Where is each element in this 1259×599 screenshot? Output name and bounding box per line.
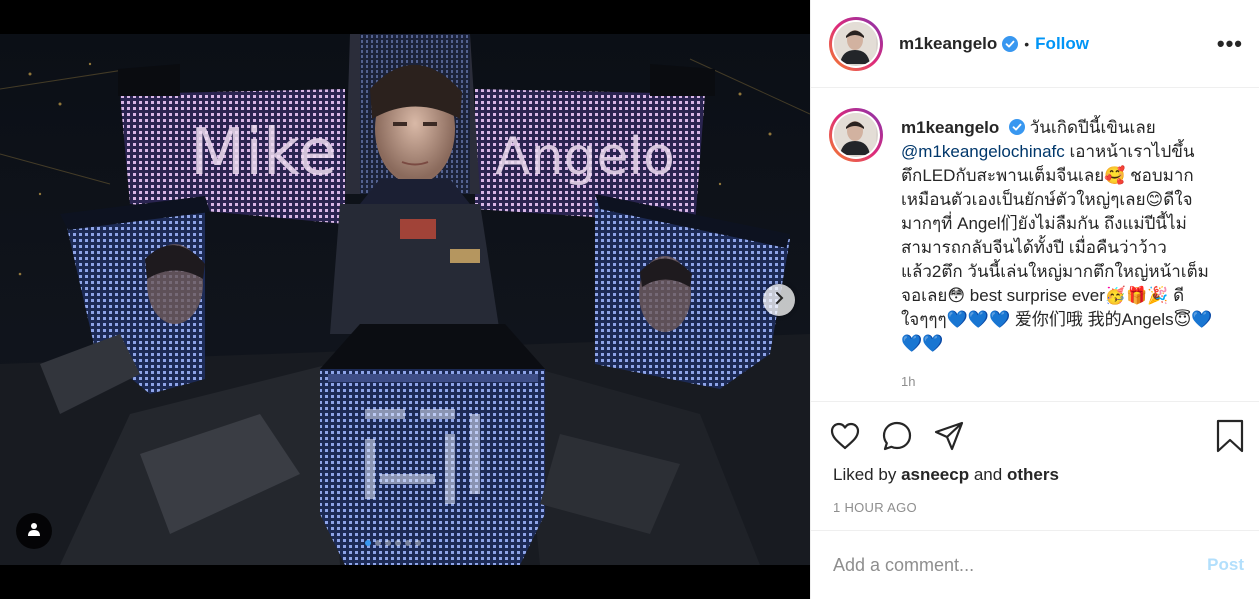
photo-sign-right: Angelo	[495, 127, 675, 187]
photo-sign-left: Mike	[190, 116, 337, 190]
caption-body: m1keangelo วันเกิดปีนี้เขินเลย @m1keange…	[901, 116, 1221, 401]
more-options-button[interactable]: •••	[1217, 32, 1243, 55]
save-button[interactable]	[1215, 419, 1245, 453]
carousel-dot	[375, 540, 381, 546]
like-button[interactable]	[829, 420, 861, 452]
paper-plane-icon	[934, 421, 964, 451]
verified-badge-icon	[1009, 119, 1025, 135]
carousel-dot	[365, 540, 371, 546]
liked-by-others-link[interactable]: others	[1007, 465, 1059, 484]
post-side-panel: m1keangelo • Follow ••• m1keangelo วันเก…	[810, 0, 1259, 599]
comment-icon	[882, 421, 912, 451]
comment-button[interactable]	[881, 420, 913, 452]
next-slide-button[interactable]	[763, 284, 795, 316]
likes-prefix: Liked by	[833, 465, 897, 484]
caption-username[interactable]: m1keangelo	[901, 118, 999, 137]
likes-conjunction: and	[973, 465, 1003, 484]
caption-avatar[interactable]	[829, 108, 883, 162]
action-bar	[829, 418, 1245, 454]
verified-badge-icon	[1002, 35, 1019, 52]
carousel-dot	[405, 540, 411, 546]
share-button[interactable]	[933, 420, 965, 452]
comment-bar: Post	[811, 530, 1259, 599]
caption-text: เอาหน้าเราไปขึ้นตึกLEDกับสะพานเต็มจีนเลย…	[901, 142, 1213, 353]
carousel-dot	[415, 540, 421, 546]
avatar-image	[834, 113, 878, 157]
bookmark-icon	[1216, 419, 1244, 453]
likes-summary: Liked by asneecp and others	[833, 465, 1059, 485]
post-comment-button[interactable]: Post	[1207, 555, 1244, 575]
caption-text: วันเกิดปีนี้เขินเลย	[1029, 118, 1156, 137]
user-tag-icon	[27, 522, 41, 541]
header-username[interactable]: m1keangelo	[899, 34, 997, 54]
chevron-right-icon	[772, 291, 786, 310]
caption-mention-link[interactable]: @m1keangelochinafc	[901, 142, 1065, 161]
carousel-dot	[385, 540, 391, 546]
carousel-dot	[395, 540, 401, 546]
caption-timestamp: 1h	[901, 374, 916, 389]
avatar-image	[834, 21, 878, 66]
post-media: Mike Angelo	[0, 0, 810, 599]
carousel-indicator	[365, 540, 421, 546]
header-separator: •	[1024, 35, 1030, 52]
post-header: m1keangelo • Follow •••	[811, 0, 1259, 88]
follow-button[interactable]: Follow	[1035, 34, 1089, 54]
heart-icon	[830, 422, 860, 450]
post-photo: Mike Angelo	[0, 34, 810, 565]
comment-input[interactable]	[833, 554, 1208, 576]
post-caption: m1keangelo วันเกิดปีนี้เขินเลย @m1keange…	[811, 88, 1259, 402]
avatar[interactable]	[829, 16, 883, 71]
tagged-users-button[interactable]	[16, 513, 52, 549]
post-timestamp[interactable]: 1 HOUR AGO	[833, 500, 917, 515]
liked-by-user-link[interactable]: asneecp	[901, 465, 969, 484]
